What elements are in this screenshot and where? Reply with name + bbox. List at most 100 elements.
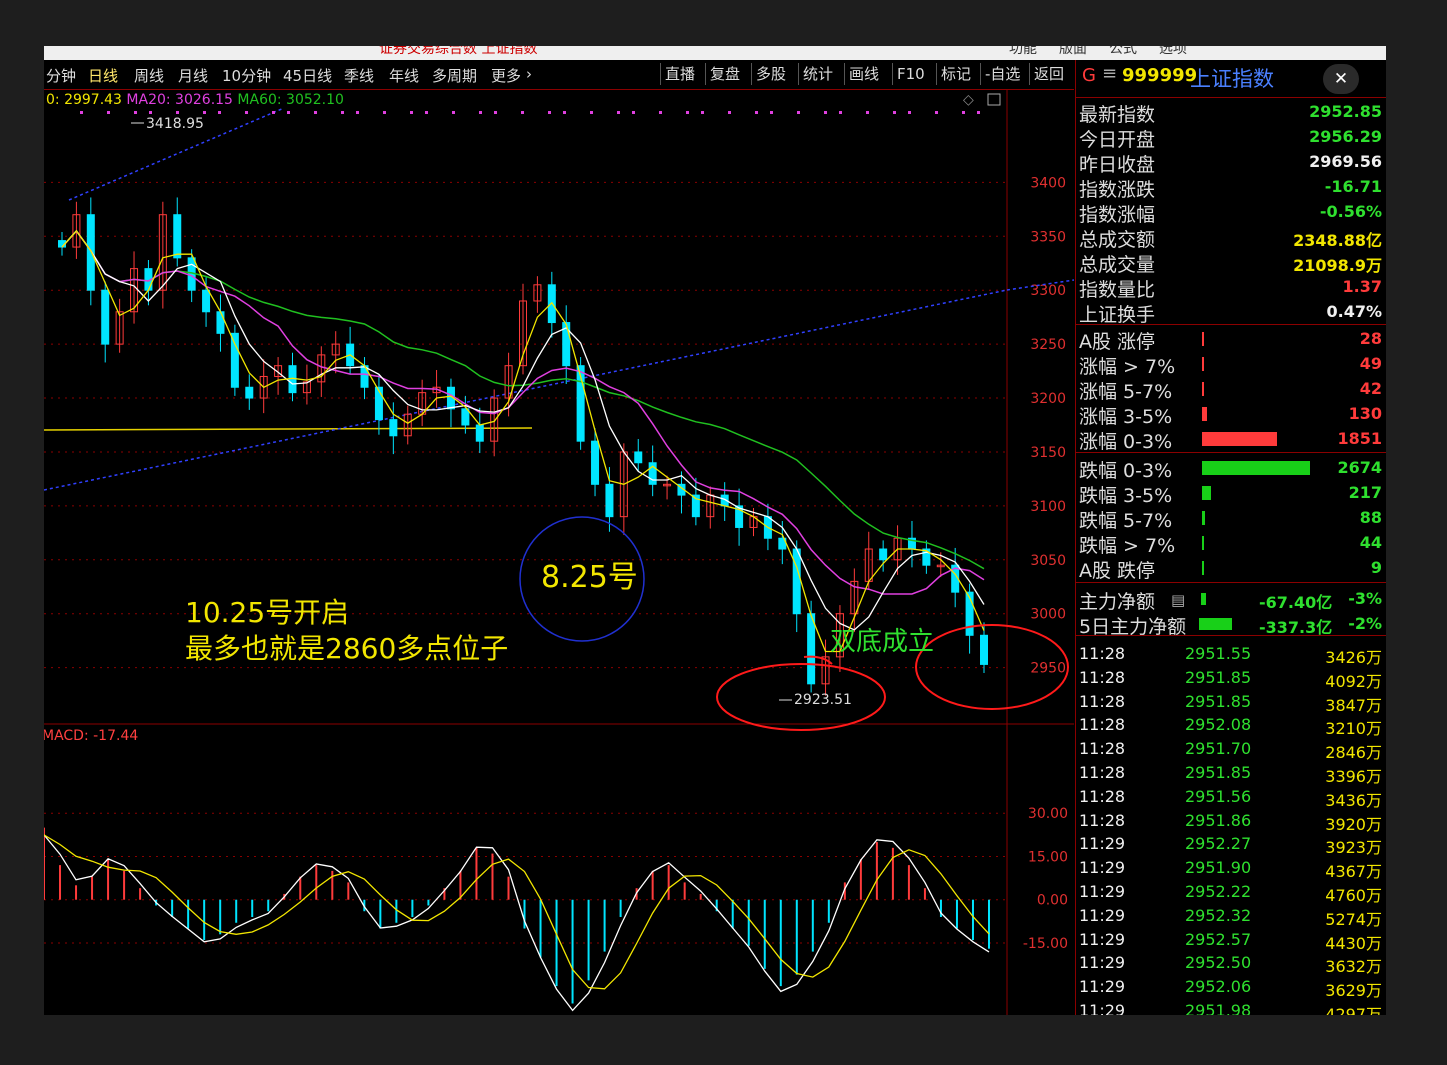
rise-label: A股 涨停: [1079, 331, 1156, 353]
fall-bar: [1202, 511, 1205, 525]
tab-45day[interactable]: 45日线: [283, 65, 332, 86]
tab-monthly[interactable]: 月线: [178, 65, 208, 86]
stat-label: 指数涨幅: [1079, 204, 1156, 226]
tick-volume: 3847万: [1325, 695, 1382, 715]
fall-row: A股 跌停 9: [1079, 556, 1384, 582]
stat-row: 昨日收盘 2969.56: [1079, 150, 1384, 176]
candle-body: [605, 483, 614, 518]
signal-dot: [893, 111, 896, 114]
signal-dot: [314, 111, 317, 114]
rise-label: 涨幅 5-7%: [1079, 381, 1173, 403]
back-button[interactable]: 返回: [1029, 63, 1068, 85]
live-button[interactable]: 直播: [660, 63, 699, 85]
replay-button[interactable]: 复盘: [705, 63, 744, 85]
flow-value: -67.40亿: [1259, 593, 1333, 612]
diamond-icon: ◇: [963, 92, 974, 108]
tick-time: 11:29: [1079, 953, 1126, 973]
rise-bar: [1202, 407, 1207, 421]
rise-bar: [1202, 382, 1204, 396]
tick-row: 11:28 2951.55 3426万: [1079, 644, 1384, 668]
macd-tick-label: -15.00: [1023, 936, 1068, 952]
fall-count: 9: [1370, 558, 1382, 577]
stats-button[interactable]: 统计: [798, 63, 837, 85]
signal-dot: [659, 111, 662, 114]
tick-volume: 3436万: [1325, 790, 1382, 810]
rise-row: A股 涨停 28: [1079, 327, 1384, 353]
candle-body: [202, 289, 211, 313]
menu-icon[interactable]: ≡: [1102, 63, 1117, 84]
stat-label: 总成交量: [1079, 254, 1156, 276]
price-tick-label: 3250: [1030, 337, 1066, 353]
rise-count: 28: [1359, 329, 1382, 348]
rise-count: 130: [1348, 404, 1382, 423]
tick-volume: 4367万: [1325, 862, 1382, 882]
stat-label: 今日开盘: [1079, 129, 1156, 151]
menu-options[interactable]: 选项: [1159, 46, 1187, 58]
signal-dot: [425, 111, 428, 114]
fall-bar: [1202, 461, 1310, 475]
chart-low-label: 2923.51: [794, 692, 852, 708]
tick-price: 2952.27: [1185, 834, 1252, 854]
annotation-note-line1: 10.25号开启: [185, 596, 350, 629]
fall-label: 跌幅 0-3%: [1079, 460, 1173, 482]
tab-more[interactable]: 更多: [491, 65, 521, 86]
rise-label: 涨幅 3-5%: [1079, 406, 1173, 428]
list-icon[interactable]: ▤: [1171, 591, 1185, 609]
tab-10min[interactable]: 10分钟: [222, 65, 271, 86]
close-icon[interactable]: ✕: [1323, 64, 1359, 94]
tick-price: 2952.32: [1185, 905, 1252, 925]
mark-button[interactable]: 标记: [936, 63, 975, 85]
signal-dot: [245, 111, 248, 114]
tick-time: 11:28: [1079, 644, 1126, 663]
signal-dot: [824, 111, 827, 114]
fall-label: A股 跌停: [1079, 560, 1156, 582]
tab-daily[interactable]: 日线: [88, 65, 118, 86]
signal-dot: [218, 111, 221, 114]
draw-line-button[interactable]: 画线: [844, 63, 883, 85]
stat-row: 指数涨幅 -0.56%: [1079, 200, 1384, 226]
stat-value: 1.37: [1342, 277, 1382, 296]
candle-body: [461, 408, 470, 426]
remove-watchlist-button[interactable]: -自选: [980, 63, 1024, 85]
tab-weekly[interactable]: 周线: [134, 65, 164, 86]
multi-stock-button[interactable]: 多股: [751, 63, 790, 85]
rise-bar: [1202, 357, 1204, 371]
signal-dot: [356, 111, 359, 114]
stat-row: 最新指数 2952.85: [1079, 100, 1384, 126]
title-bar: 证券交易综合数 上证指数 功能 版面 公式 选项: [44, 46, 1386, 60]
signal-dot: [908, 111, 911, 114]
tick-volume: 3426万: [1325, 648, 1382, 667]
tick-time: 11:28: [1079, 810, 1126, 830]
tick-row: 11:29 2951.90 4367万: [1079, 858, 1384, 882]
flow-pct: -2%: [1348, 614, 1382, 633]
tick-time: 11:28: [1079, 739, 1126, 759]
stat-row: 指数涨跌 -16.71: [1079, 175, 1384, 201]
ma10-value: 0: 2997.43: [46, 92, 122, 108]
signal-dot: [452, 111, 455, 114]
signal-dot: [617, 111, 620, 114]
annotation-double-bottom: 双底成立: [830, 627, 935, 657]
signal-dot: [410, 111, 413, 114]
f10-button[interactable]: F10: [892, 63, 929, 85]
menu-formula[interactable]: 公式: [1109, 46, 1137, 58]
signal-dot: [272, 111, 275, 114]
fall-bar: [1202, 536, 1204, 550]
rise-bar: [1202, 332, 1204, 346]
chevron-right-icon[interactable]: ›: [526, 65, 532, 83]
tab-quarterly[interactable]: 季线: [344, 65, 374, 86]
menu-layout[interactable]: 版面: [1059, 46, 1087, 58]
tick-volume: 3632万: [1325, 957, 1382, 977]
tick-volume: 5274万: [1325, 909, 1382, 929]
tick-price: 2952.50: [1185, 953, 1252, 973]
signal-dot: [563, 111, 566, 114]
candle-body: [230, 332, 239, 388]
menu-function[interactable]: 功能: [1009, 46, 1037, 58]
stat-label: 总成交额: [1079, 229, 1156, 251]
signal-dot: [755, 111, 758, 114]
tab-minute[interactable]: 分钟: [46, 65, 76, 86]
tab-multi-period[interactable]: 多周期: [432, 65, 477, 86]
rise-row: 涨幅 5-7% 42: [1079, 377, 1384, 403]
tab-yearly[interactable]: 年线: [389, 65, 419, 86]
tick-row: 11:29 2951.98 4297万: [1079, 1001, 1384, 1015]
fall-label: 跌幅 3-5%: [1079, 485, 1173, 507]
